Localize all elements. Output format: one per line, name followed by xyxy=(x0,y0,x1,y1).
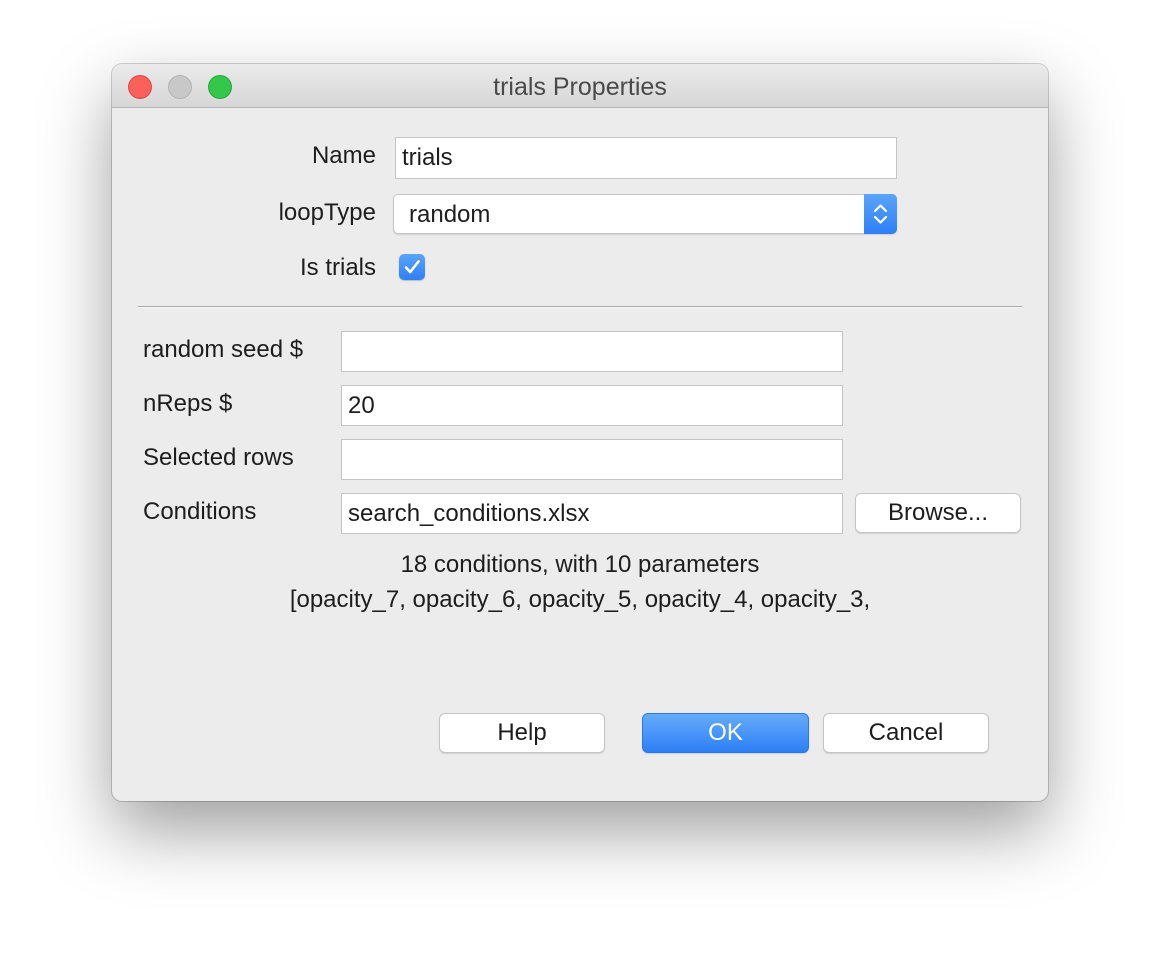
selected-rows-label: Selected rows xyxy=(143,444,294,471)
checkmark-icon xyxy=(404,260,420,274)
conditions-file-input[interactable] xyxy=(341,493,843,534)
ok-button[interactable]: OK xyxy=(642,713,809,753)
nreps-input[interactable] xyxy=(341,385,843,426)
properties-dialog: trials Properties Name loopType random I… xyxy=(112,64,1048,801)
help-button[interactable]: Help xyxy=(439,713,605,753)
name-input[interactable] xyxy=(395,137,897,179)
istrials-checkbox[interactable] xyxy=(399,254,425,280)
section-separator xyxy=(138,306,1022,308)
conditions-summary: 18 conditions, with 10 parameters xyxy=(400,551,760,578)
conditions-label: Conditions xyxy=(143,498,257,525)
random-seed-label: random seed $ xyxy=(143,336,304,363)
looptype-label: loopType xyxy=(278,199,376,226)
cancel-button[interactable]: Cancel xyxy=(823,713,989,753)
title-bar[interactable]: trials Properties xyxy=(112,64,1048,108)
up-down-chevron-icon xyxy=(864,194,897,234)
looptype-selected-value: random xyxy=(409,201,491,228)
window-title: trials Properties xyxy=(493,73,667,101)
selected-rows-input[interactable] xyxy=(341,439,843,480)
istrials-label: Is trials xyxy=(299,254,376,281)
browse-button[interactable]: Browse... xyxy=(855,493,1021,533)
conditions-parameter-list: [opacity_7, opacity_6, opacity_5, opacit… xyxy=(289,586,871,613)
looptype-select[interactable]: random xyxy=(393,194,897,234)
random-seed-input[interactable] xyxy=(341,331,843,372)
name-label: Name xyxy=(311,142,376,169)
nreps-label: nReps $ xyxy=(143,390,233,417)
